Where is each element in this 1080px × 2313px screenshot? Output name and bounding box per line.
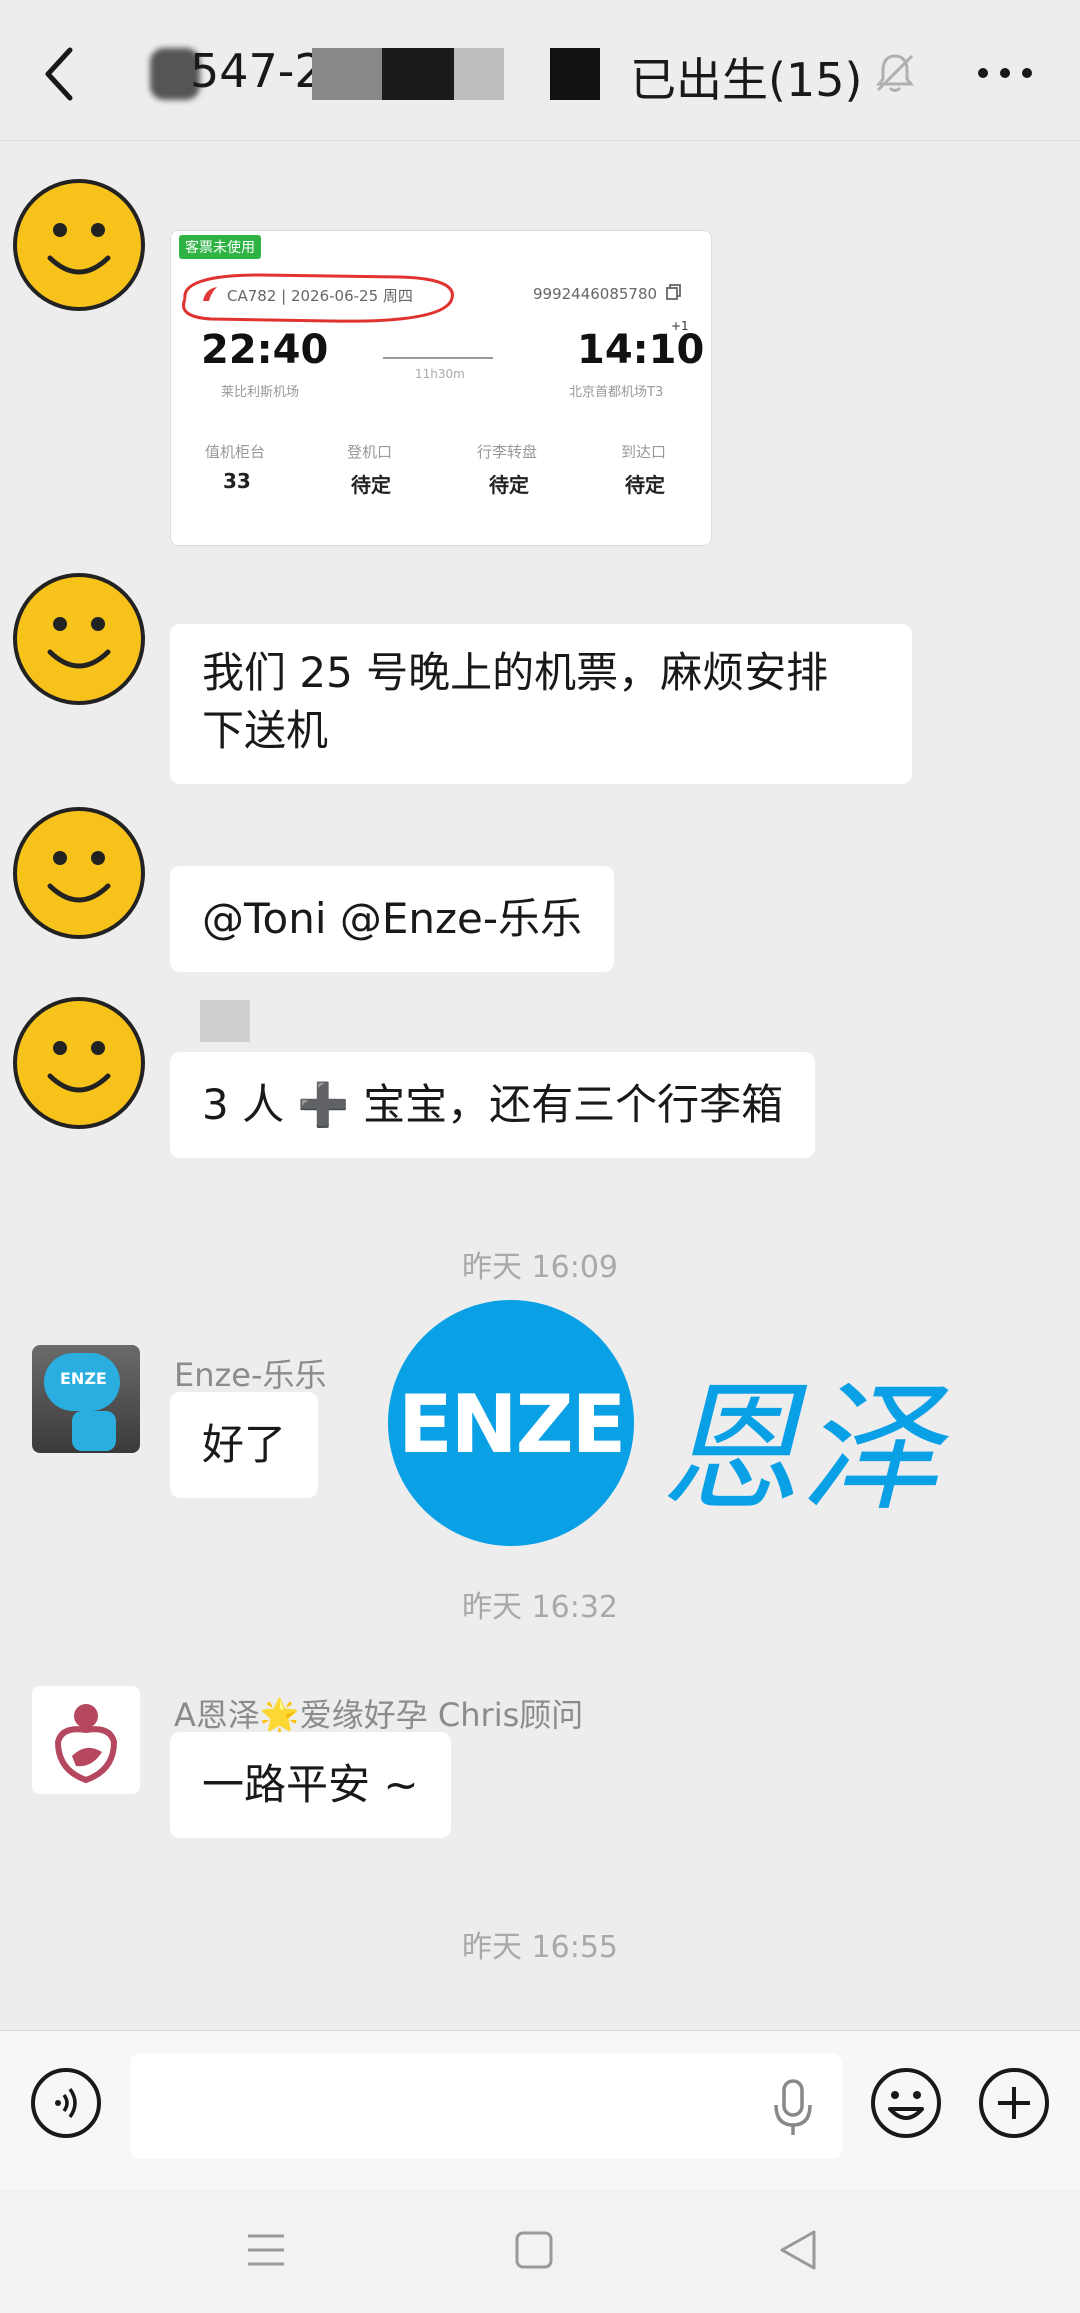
- message-text-line: 下送机: [202, 706, 329, 755]
- avatar-smiley-icon[interactable]: [12, 806, 146, 940]
- title-suffix: 已出生(15): [630, 53, 863, 107]
- watermark-cn-text: 恩泽: [660, 1368, 941, 1531]
- message-bubble[interactable]: 我们 25 号晚上的机票，麻烦安排 下送机: [170, 624, 912, 784]
- more-dots-icon[interactable]: [975, 58, 1035, 88]
- voice-icon[interactable]: [30, 2067, 102, 2139]
- highlight-circle: [182, 273, 454, 323]
- redacted-block: [550, 48, 600, 100]
- field-value: 待定: [489, 473, 529, 497]
- field-value: 待定: [351, 473, 391, 497]
- field-label: 登机口: [347, 443, 393, 461]
- redacted-block: [454, 48, 504, 100]
- back-arrow-icon[interactable]: [38, 44, 82, 104]
- message-input[interactable]: [130, 2053, 842, 2159]
- mute-bell-icon: [875, 54, 915, 92]
- menu-nav-icon[interactable]: [246, 2230, 286, 2270]
- enze-avatar-text: ENZE: [60, 1369, 107, 1388]
- field-label: 值机柜台: [205, 443, 266, 461]
- message-bubble[interactable]: 一路平安 ~: [170, 1732, 451, 1838]
- avatar-smiley-icon[interactable]: [12, 572, 146, 706]
- message-bubble[interactable]: 3 人 ➕ 宝宝，还有三个行李箱: [170, 1052, 816, 1158]
- arr-time: 14:10: [577, 327, 705, 373]
- mic-icon[interactable]: [770, 2077, 816, 2139]
- copy-icon[interactable]: [665, 283, 683, 301]
- redacted-sender: [200, 1000, 250, 1042]
- message-text-line: 我们 25 号晚上的机票，麻烦安排: [202, 648, 829, 697]
- field-label: 到达口: [621, 443, 667, 461]
- ticket-number: 9992446085780: [533, 285, 658, 303]
- avatar-enze[interactable]: ENZE: [32, 1345, 140, 1453]
- arr-airport: 北京首都机场T3: [569, 385, 664, 400]
- plus-icon[interactable]: [978, 2067, 1050, 2139]
- avatar-smiley-icon[interactable]: [12, 996, 146, 1130]
- flight-duration: 11h30m: [415, 367, 465, 381]
- dep-airport: 莱比利斯机场: [221, 385, 300, 400]
- redacted-block: [382, 48, 454, 100]
- field-value: 待定: [625, 473, 665, 497]
- flight-ticket-image[interactable]: 客票未使用 CA782 | 2026-06-25 周四 999244608578…: [170, 230, 712, 546]
- input-bar: [0, 2030, 1080, 2191]
- field-value: 33: [223, 469, 251, 493]
- field-label: 行李转盘: [477, 443, 538, 461]
- flight-line: [383, 357, 493, 359]
- ticket-tag: 客票未使用: [179, 235, 261, 259]
- timestamp: 昨天 16:55: [462, 1930, 618, 1965]
- emoji-icon[interactable]: [870, 2067, 942, 2139]
- dep-time: 22:40: [201, 327, 329, 373]
- sender-name: A恩泽🌟爱缘好孕 Chris顾问: [174, 1696, 584, 1734]
- redacted-block: [312, 48, 382, 100]
- chat-header: 547-2 已出生(15): [0, 0, 1080, 141]
- system-nav-bar: [0, 2190, 1080, 2313]
- chat-title: 547-2 已出生(15): [150, 40, 870, 110]
- chris-logo-icon: [54, 1704, 118, 1784]
- sender-name: Enze-乐乐: [174, 1356, 327, 1394]
- enze-avatar-body: [72, 1411, 116, 1451]
- message-bubble[interactable]: @Toni @Enze-乐乐: [170, 866, 615, 972]
- title-prefix: 547-2: [190, 44, 324, 98]
- avatar-smiley-icon[interactable]: [12, 178, 146, 312]
- avatar-chris[interactable]: [32, 1686, 140, 1794]
- timestamp: 昨天 16:32: [462, 1590, 618, 1625]
- redacted-block: [504, 48, 550, 100]
- timestamp: 昨天 16:09: [462, 1250, 618, 1285]
- home-nav-icon[interactable]: [514, 2230, 554, 2270]
- message-bubble[interactable]: 好了: [170, 1392, 319, 1498]
- back-nav-icon[interactable]: [778, 2228, 818, 2272]
- watermark-logo-text: ENZE: [398, 1378, 626, 1471]
